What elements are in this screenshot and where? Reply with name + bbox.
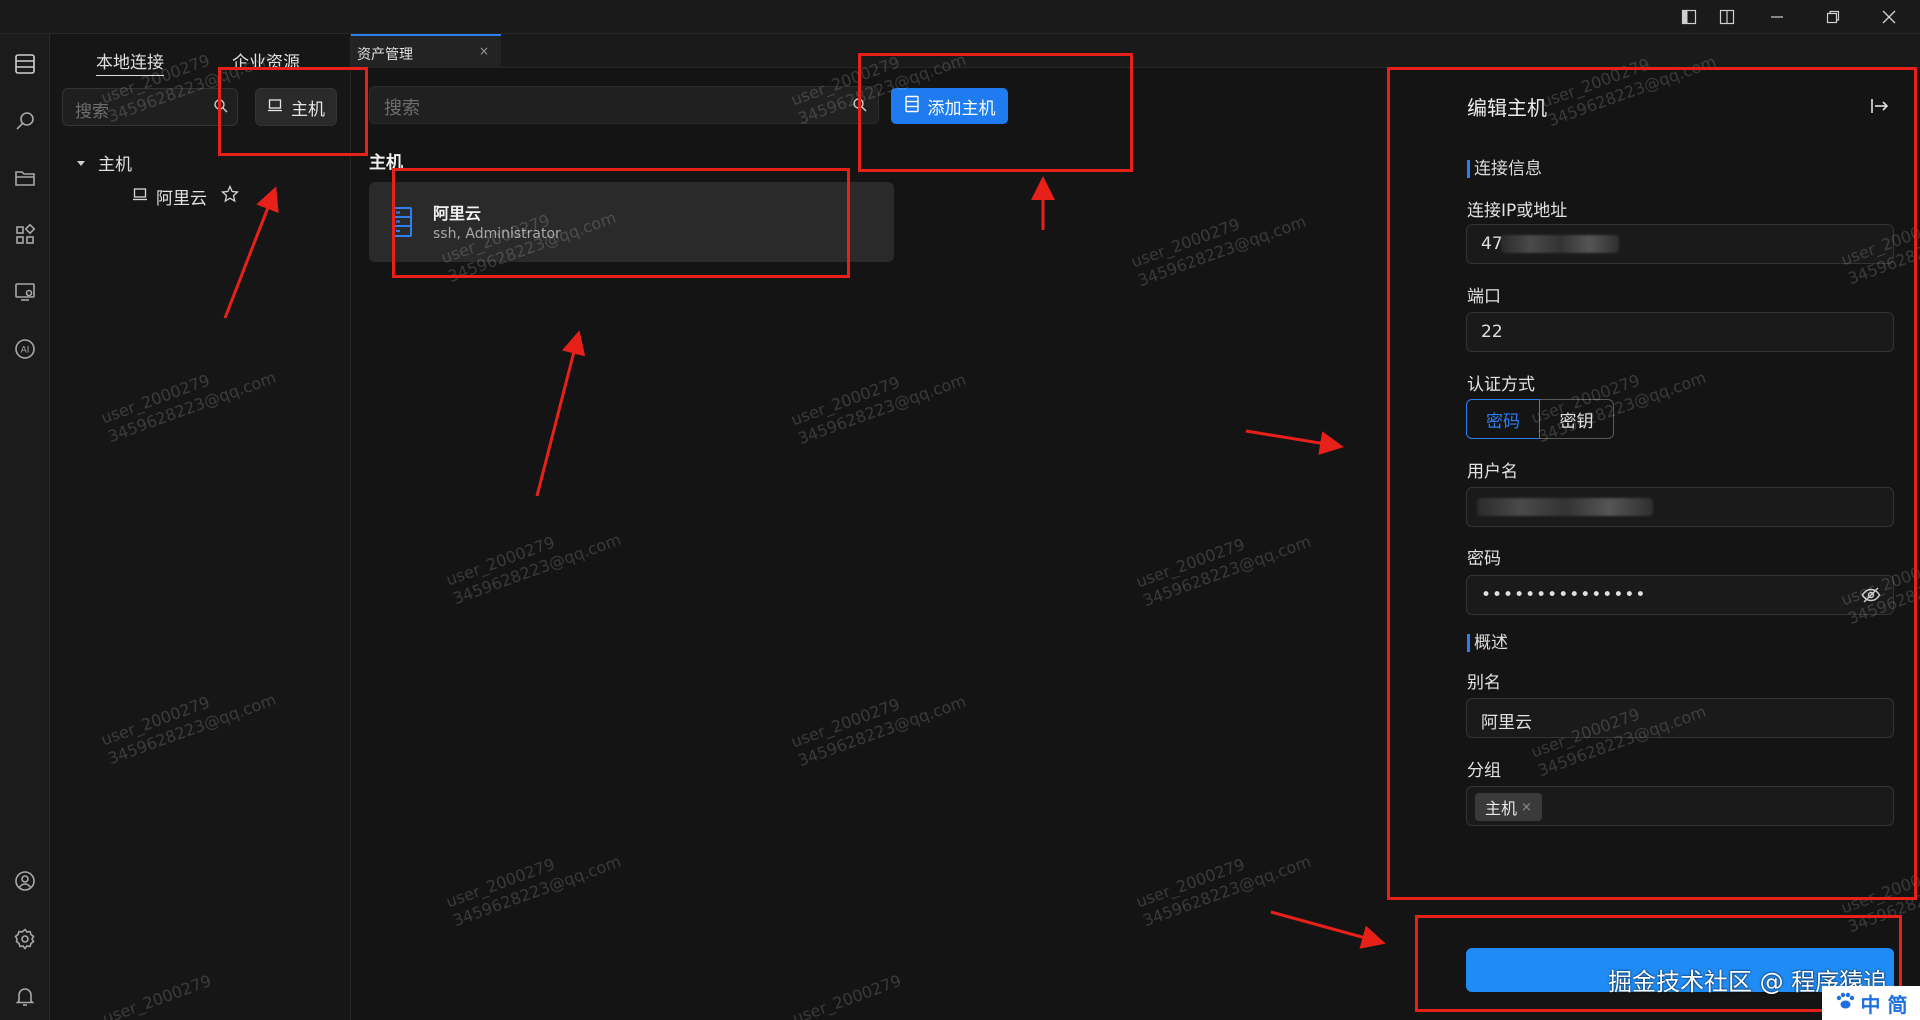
- sidebar: 本地连接 企业资源 搜索 主机 主机 阿里云: [50, 34, 351, 1020]
- apps-icon[interactable]: [10, 220, 40, 250]
- ai-icon[interactable]: AI: [10, 334, 40, 364]
- tree-item-aliyun[interactable]: 阿里云: [132, 184, 240, 209]
- tree-group-hosts[interactable]: 主机: [76, 150, 132, 175]
- watermark: user_2000279 3459628223@qq.com: [788, 691, 969, 771]
- tab-asset-management[interactable]: 资产管理 ×: [351, 34, 501, 68]
- layout-split-icon[interactable]: [1704, 0, 1750, 34]
- search-icon[interactable]: [10, 106, 40, 136]
- asset-search-placeholder: 搜索: [384, 98, 420, 119]
- annotation-box-host-card: [392, 168, 850, 278]
- title-bar: [0, 0, 1920, 34]
- tree-item-label: 阿里云: [156, 189, 207, 209]
- watermark: user_2000279 3459628223@qq.com: [1133, 531, 1314, 611]
- watermark: user_2000279 3459628223@qq.com: [443, 851, 624, 931]
- ime-badge-label: 中 简: [1860, 992, 1908, 1017]
- arrow: [535, 330, 586, 497]
- activity-bar: AI: [0, 34, 50, 1020]
- watermark: user_2000279 3459628223@qq.com: [788, 369, 969, 449]
- monitor-icon[interactable]: [10, 277, 40, 307]
- maximize-button[interactable]: [1810, 0, 1856, 34]
- laptop-icon: [132, 186, 148, 207]
- annotation-box-edit-panel: [1387, 67, 1917, 900]
- close-button[interactable]: [1866, 0, 1912, 34]
- watermark: user_2000279 3459628223@qq.com: [1128, 211, 1309, 291]
- tree-group-label: 主机: [98, 155, 132, 175]
- close-tab-icon[interactable]: ×: [479, 44, 489, 58]
- folder-icon[interactable]: [10, 163, 40, 193]
- watermark: user_2000279 3459628223@qq.com: [443, 529, 624, 609]
- watermark: user_2000279: [790, 971, 904, 1020]
- assets-icon[interactable]: [10, 49, 40, 79]
- paw-icon: [1835, 991, 1855, 1015]
- arrow: [1270, 910, 1386, 949]
- bell-icon[interactable]: [10, 981, 40, 1011]
- ime-badge: 中 简: [1822, 986, 1920, 1020]
- settings-icon[interactable]: [10, 924, 40, 954]
- annotation-box-add-button: [858, 53, 1133, 172]
- user-icon[interactable]: [10, 866, 40, 896]
- star-icon[interactable]: [220, 184, 240, 208]
- minimize-button[interactable]: [1754, 0, 1800, 34]
- watermark: user_2000279 3459628223@qq.com: [1133, 851, 1314, 931]
- tab-label: 资产管理: [357, 47, 413, 63]
- ai-icon-label: AI: [21, 346, 30, 356]
- app-window: AI 本地连接 企业资源 搜索 主机 主机 阿里云 资产管理 × 搜索 添加主机…: [0, 0, 1920, 1020]
- arrow: [1245, 429, 1344, 455]
- annotation-box-host-button: [218, 67, 368, 156]
- caret-down-icon[interactable]: [76, 153, 86, 173]
